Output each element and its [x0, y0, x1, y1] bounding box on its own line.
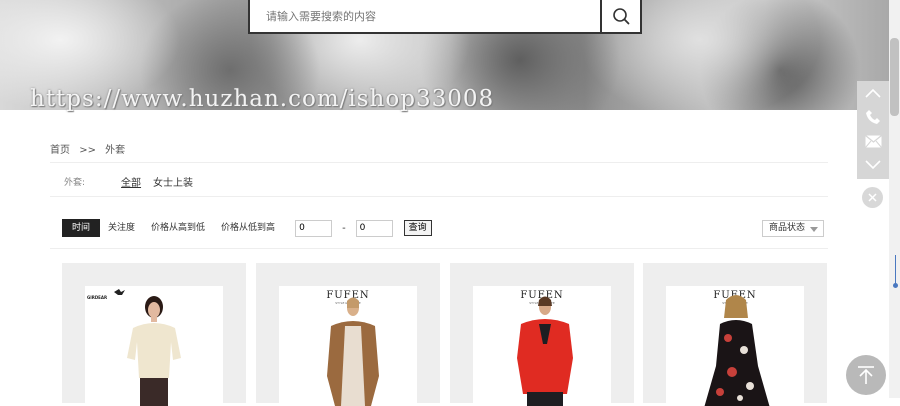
model-figure — [704, 295, 770, 406]
breadcrumb: 首页 >> 外套 — [50, 141, 131, 156]
side-slider-track — [895, 255, 896, 285]
breadcrumb-current[interactable]: 外套 — [105, 145, 125, 156]
filter-label: 外套: — [64, 178, 86, 188]
divider — [50, 196, 828, 197]
search-box — [248, 0, 642, 34]
model-figure — [127, 296, 181, 406]
back-to-top-button[interactable] — [846, 355, 886, 395]
price-range-dash: - — [342, 222, 346, 234]
close-icon — [868, 193, 877, 202]
side-slider-handle[interactable] — [893, 283, 898, 288]
side-toolbar — [857, 81, 889, 179]
divider — [50, 248, 828, 249]
product-status-select[interactable]: 商品状态 — [762, 220, 824, 237]
model-figure — [517, 296, 573, 406]
phone-icon — [866, 110, 880, 124]
chevron-up-icon — [865, 88, 881, 98]
category-filter: 外套: 全部 女士上装 — [64, 174, 205, 189]
scroll-up-button[interactable] — [857, 81, 889, 105]
search-button[interactable] — [600, 0, 640, 32]
search-input[interactable] — [250, 0, 602, 32]
product-image: FUFEN STYLE & PRIVATE — [279, 286, 417, 406]
scrollbar-thumb[interactable] — [890, 38, 899, 116]
product-card[interactable]: FUFEN STYLE & PRIVATE — [643, 263, 827, 406]
phone-button[interactable] — [857, 105, 889, 129]
close-side-toolbar-button[interactable] — [862, 187, 883, 208]
filter-option-womens-tops[interactable]: 女士上装 — [153, 174, 193, 189]
product-card[interactable]: GIRDEAR — [62, 263, 246, 406]
arrow-up-to-top-icon — [858, 366, 874, 384]
model-figure — [327, 297, 379, 406]
product-status-label: 商品状态 — [769, 223, 806, 233]
sort-by-popularity[interactable]: 关注度 — [100, 219, 143, 237]
sort-bar: 时间 关注度 价格从高到低 价格从低到高 - 查询 — [62, 219, 432, 237]
product-card[interactable]: FUFEN STYLE & PRIVATE — [256, 263, 440, 406]
product-image: GIRDEAR — [85, 286, 223, 406]
scroll-down-button[interactable] — [857, 153, 889, 177]
watermark-text: https://www.huzhan.com/ishop33008 — [30, 86, 495, 112]
sort-by-time[interactable]: 时间 — [62, 219, 101, 237]
breadcrumb-separator: >> — [79, 145, 96, 156]
price-min-input[interactable] — [295, 219, 333, 237]
price-max-input[interactable] — [355, 219, 393, 237]
breadcrumb-home[interactable]: 首页 — [50, 145, 70, 156]
sort-price-asc[interactable]: 价格从低到高 — [213, 219, 283, 237]
mail-icon — [864, 134, 882, 148]
caret-down-icon — [810, 227, 818, 232]
product-card[interactable]: FUFEN STYLE & PRIVATE — [450, 263, 634, 406]
mail-button[interactable] — [857, 129, 889, 153]
chevron-down-icon — [865, 160, 881, 170]
divider — [50, 162, 828, 163]
search-icon — [613, 8, 630, 25]
filter-option-all[interactable]: 全部 — [121, 174, 141, 189]
sort-price-desc[interactable]: 价格从高到低 — [143, 219, 213, 237]
product-image: FUFEN STYLE & PRIVATE — [473, 286, 611, 406]
query-button[interactable]: 查询 — [403, 220, 432, 236]
product-image: FUFEN STYLE & PRIVATE — [666, 286, 804, 406]
